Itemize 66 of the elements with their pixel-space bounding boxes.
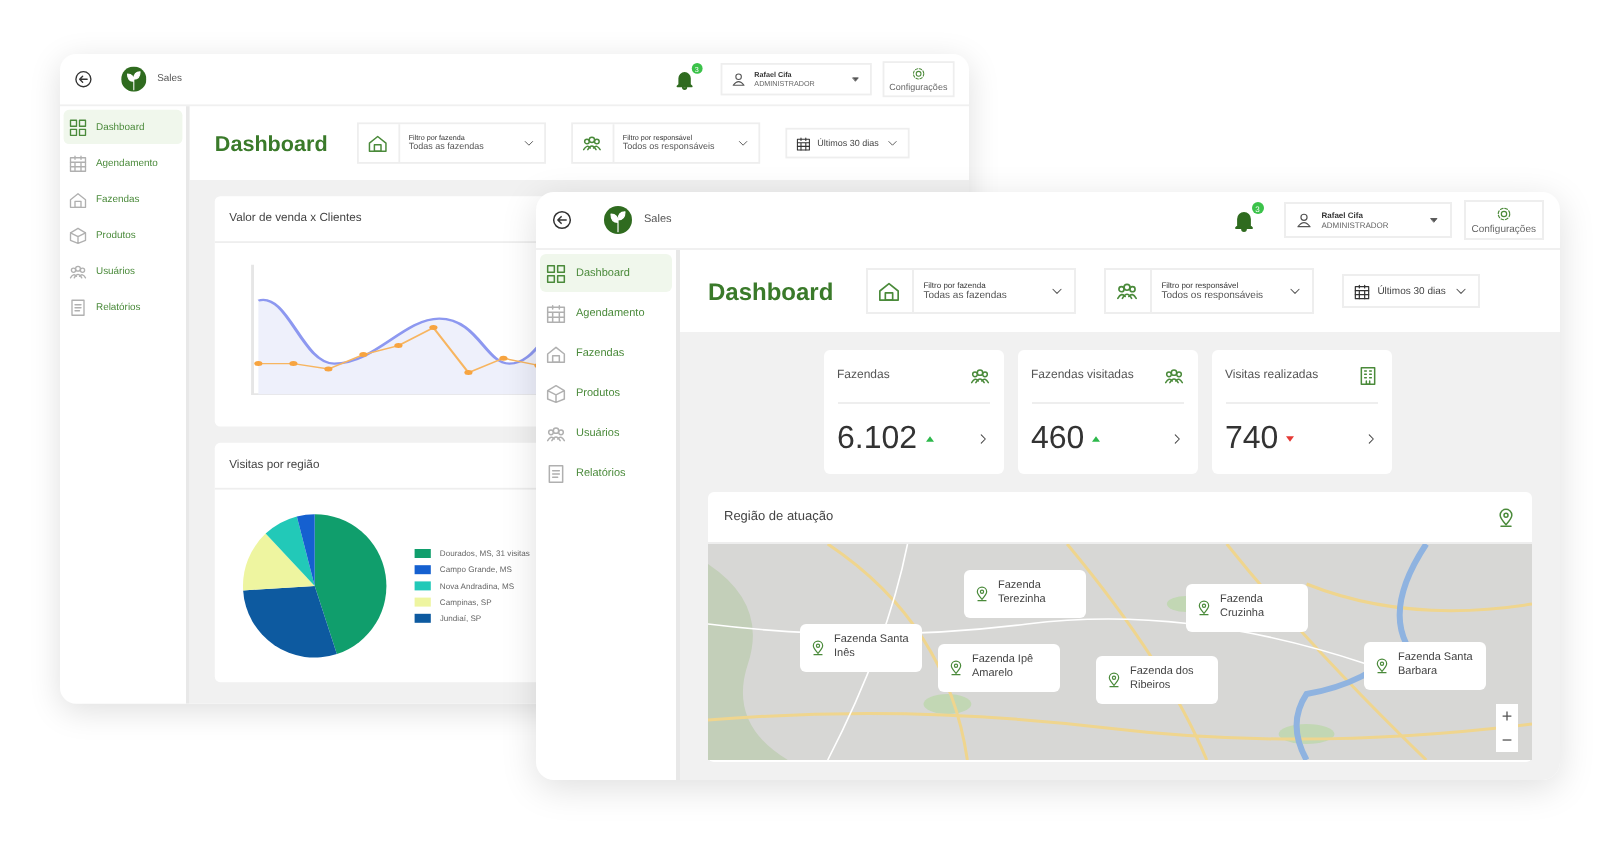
chevron-icon [1287, 284, 1302, 298]
chevron-icon [1049, 284, 1064, 298]
zoom-in-button[interactable]: + [1496, 704, 1518, 728]
back-button[interactable] [552, 210, 572, 230]
people-icon [1116, 280, 1139, 302]
pin-icon [1106, 672, 1122, 688]
chevron-icon [736, 136, 749, 150]
stat-value: 460 [1031, 421, 1085, 457]
chart-point [289, 361, 298, 367]
stat-value: 6.102 [837, 421, 918, 457]
chart-point [394, 343, 403, 349]
calendar-icon [1353, 283, 1370, 299]
pin-icon [1196, 600, 1212, 616]
chart-point [254, 361, 263, 367]
house-icon [878, 280, 901, 302]
chevron-icon [522, 136, 535, 150]
calendar-icon [795, 135, 811, 151]
back-icon [74, 70, 93, 89]
chevron-right-icon [975, 432, 989, 446]
leaf-logo-icon [121, 66, 147, 92]
chart-point [359, 352, 368, 358]
caret-icon [1427, 214, 1440, 226]
document-icon [69, 297, 87, 316]
calendar-icon [546, 303, 566, 323]
gear-icon [1495, 205, 1512, 221]
calendar-icon [69, 153, 87, 172]
chevron-right-icon [1169, 432, 1183, 446]
bell-icon [1231, 208, 1256, 232]
chart-point [499, 355, 508, 361]
house-icon [546, 343, 566, 363]
gear-icon [911, 65, 926, 81]
people-icon [69, 261, 87, 280]
user-icon [1295, 212, 1312, 228]
document-icon [546, 463, 566, 483]
leaf-logo-icon [604, 206, 632, 234]
chart-point [464, 370, 473, 376]
people-icon [969, 366, 989, 386]
caret-icon [849, 73, 861, 85]
chevron-right-icon [1363, 432, 1377, 446]
chevron-icon [1453, 284, 1468, 298]
building-icon [1357, 366, 1377, 386]
page-title: Dashboard [214, 130, 328, 156]
pin-icon [974, 586, 990, 602]
chevron-icon [885, 136, 899, 150]
house-icon [368, 133, 388, 153]
box-icon [69, 225, 87, 244]
zoom-out-button[interactable]: − [1496, 728, 1518, 752]
pin-icon [1496, 507, 1516, 527]
people-icon [546, 423, 566, 443]
stat-value: 740 [1225, 421, 1279, 457]
box-icon [546, 383, 566, 403]
user-icon [730, 72, 746, 87]
grid-icon [546, 263, 566, 283]
people-icon [1163, 366, 1183, 386]
back-button[interactable] [74, 70, 93, 89]
page-title: Dashboard [708, 277, 834, 305]
pin-icon [948, 660, 964, 676]
house-icon [69, 189, 87, 208]
people-icon [582, 133, 603, 153]
grid-icon [69, 117, 87, 136]
bell-icon [673, 68, 695, 90]
chart-point [429, 325, 438, 331]
back-icon [552, 210, 572, 230]
pin-icon [1374, 658, 1390, 674]
pin-icon [810, 640, 826, 656]
chart-point [324, 366, 333, 372]
